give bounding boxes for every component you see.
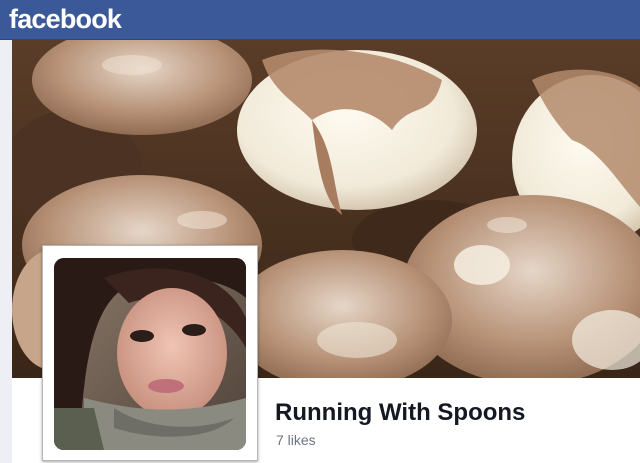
- facebook-logo[interactable]: facebook: [9, 1, 122, 37]
- profile-picture[interactable]: [54, 258, 246, 450]
- profile-picture-frame[interactable]: [42, 245, 258, 461]
- left-gutter: [0, 40, 12, 463]
- facebook-page: facebook Running With Spoons 7 likes: [0, 0, 640, 463]
- page-title[interactable]: Running With Spoons: [275, 399, 525, 427]
- likes-count[interactable]: 7 likes: [276, 432, 316, 448]
- top-bar: facebook: [0, 0, 640, 40]
- profile-photo-image: [54, 258, 246, 450]
